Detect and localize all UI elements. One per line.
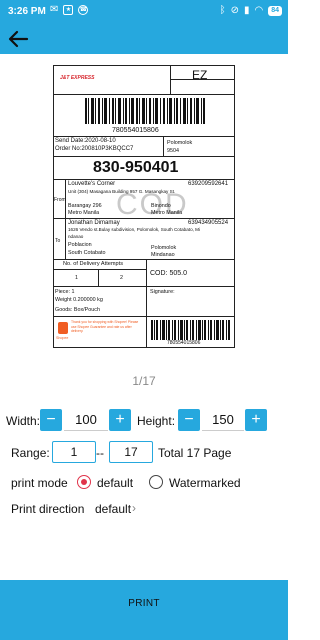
width-decrement-button[interactable]: − xyxy=(40,409,62,431)
origin-code: 9504 xyxy=(167,148,179,154)
sender-address: Unit (304) Masagana Building 957 G. Masa… xyxy=(68,189,176,194)
bluetooth-icon: ᛒ xyxy=(219,5,226,16)
width-increment-button[interactable]: + xyxy=(109,409,131,431)
divider xyxy=(65,179,66,259)
range-label: Range: xyxy=(11,446,50,460)
divider xyxy=(53,218,235,219)
app-toolbar xyxy=(0,24,288,54)
recipient-province: South Cotabato xyxy=(68,250,106,256)
print-button[interactable]: PRINT xyxy=(0,580,288,628)
recipient-address-2: ndanao xyxy=(68,234,84,239)
sender-area: Binondo xyxy=(151,203,171,209)
route-code: 830-950401 xyxy=(93,159,179,176)
back-button[interactable] xyxy=(6,28,30,50)
weight: Weight 0.200000 kg xyxy=(55,297,103,303)
sender-barangay: Barangay 296 xyxy=(68,203,102,209)
wifi-icon: ◠ xyxy=(254,5,264,16)
piece-count: Piece: 1 xyxy=(55,289,75,295)
courier-logo: J&T EXPRESS xyxy=(60,75,95,81)
signal-icon: ▮ xyxy=(243,5,250,16)
chevron-right-icon[interactable]: › xyxy=(132,501,136,515)
height-increment-button[interactable]: + xyxy=(245,409,267,431)
divider xyxy=(163,136,164,156)
order-number: Order No:200810P3KBQCC7 xyxy=(55,146,134,152)
print-direction-value[interactable]: default xyxy=(95,502,131,516)
range-to-input[interactable]: 17 xyxy=(109,441,153,463)
mute-icon: ⊘ xyxy=(230,5,239,16)
range-from-input[interactable]: 1 xyxy=(52,441,96,463)
print-mode-watermarked-label[interactable]: Watermarked xyxy=(169,476,241,490)
divider xyxy=(146,259,147,286)
bottom-barcode xyxy=(151,320,230,340)
cod-amount: COD: 505.0 xyxy=(150,270,187,277)
divider xyxy=(53,316,146,317)
divider xyxy=(146,286,147,348)
sort-code: EZ xyxy=(192,68,208,82)
sender-name: Louvette's Corner xyxy=(68,181,116,187)
height-decrement-button[interactable]: − xyxy=(178,409,200,431)
app-icon: ★ xyxy=(63,5,74,15)
print-mode-default-label[interactable]: default xyxy=(97,476,133,490)
height-label: Height: xyxy=(137,414,176,428)
print-mode-default-radio[interactable] xyxy=(77,475,91,489)
divider xyxy=(53,156,235,157)
height-input[interactable]: 150 xyxy=(202,409,244,431)
notification-icons: ✉ ★ ☎ xyxy=(50,4,89,15)
recipient-city: Polomolok xyxy=(151,245,177,251)
page-indicator: 1/17 xyxy=(132,374,156,388)
width-input[interactable]: 100 xyxy=(64,409,108,431)
from-label: From xyxy=(54,197,66,203)
print-mode-label: print mode xyxy=(11,476,68,490)
attempt-2: 2 xyxy=(120,275,123,281)
recipient-region: Mindanao xyxy=(151,252,175,258)
shopee-brand: Shopee xyxy=(56,336,69,340)
shopee-bag-icon xyxy=(58,322,68,334)
divider xyxy=(146,316,235,317)
shopee-text: Thank you for shopping with Shopee! Plea… xyxy=(71,320,139,334)
print-mode-watermarked-radio[interactable] xyxy=(149,475,163,489)
status-time: 3:26 PM xyxy=(8,6,46,17)
sender-region: Metro Manila xyxy=(68,210,100,216)
waybill-barcode xyxy=(85,98,205,124)
send-date: Send Date:2020-08-10 xyxy=(55,138,116,144)
origin-city: Polomolok xyxy=(167,140,193,146)
goods: Goods: Box/Pouch xyxy=(55,307,100,313)
to-label: To xyxy=(55,238,61,244)
divider xyxy=(53,259,235,260)
recipient-address: 1626 Vendo st.Bulay subdivision, Polomol… xyxy=(68,227,201,232)
divider xyxy=(53,94,235,95)
divider xyxy=(53,136,235,137)
waybill-number: 780554015806 xyxy=(112,127,159,134)
label-preview[interactable]: J&T EXPRESS EZ 780554015806 Send Date:20… xyxy=(50,64,236,356)
sender-region-2: Metro Manila xyxy=(151,210,183,216)
navigation-bar xyxy=(0,628,288,640)
divider xyxy=(53,286,235,287)
divider xyxy=(53,179,235,180)
status-bar: 3:26 PM ✉ ★ ☎ ᛒ ⊘ ▮ ◠ 84 xyxy=(0,0,288,24)
arrow-left-icon xyxy=(8,30,29,48)
width-label: Width: xyxy=(6,414,41,428)
battery-icon: 84 xyxy=(268,5,282,16)
whatsapp-icon: ☎ xyxy=(78,5,89,15)
range-total: Total 17 Page xyxy=(158,446,232,460)
sender-phone: 639209592641 xyxy=(188,181,229,187)
divider xyxy=(53,269,146,270)
attempt-1: 1 xyxy=(75,275,78,281)
recipient-barangay: Poblacion xyxy=(68,242,92,248)
print-direction-label: Print direction xyxy=(11,502,85,516)
delivery-attempts-label: No. of Delivery Attempts xyxy=(63,261,123,267)
message-icon: ✉ xyxy=(50,4,59,15)
bottom-barcode-number: 780554015806 xyxy=(167,340,201,346)
system-icons: ᛒ ⊘ ▮ ◠ 84 xyxy=(220,5,282,16)
range-separator: -- xyxy=(96,446,104,460)
divider xyxy=(98,269,99,286)
signature-label: Signature: xyxy=(150,289,175,295)
